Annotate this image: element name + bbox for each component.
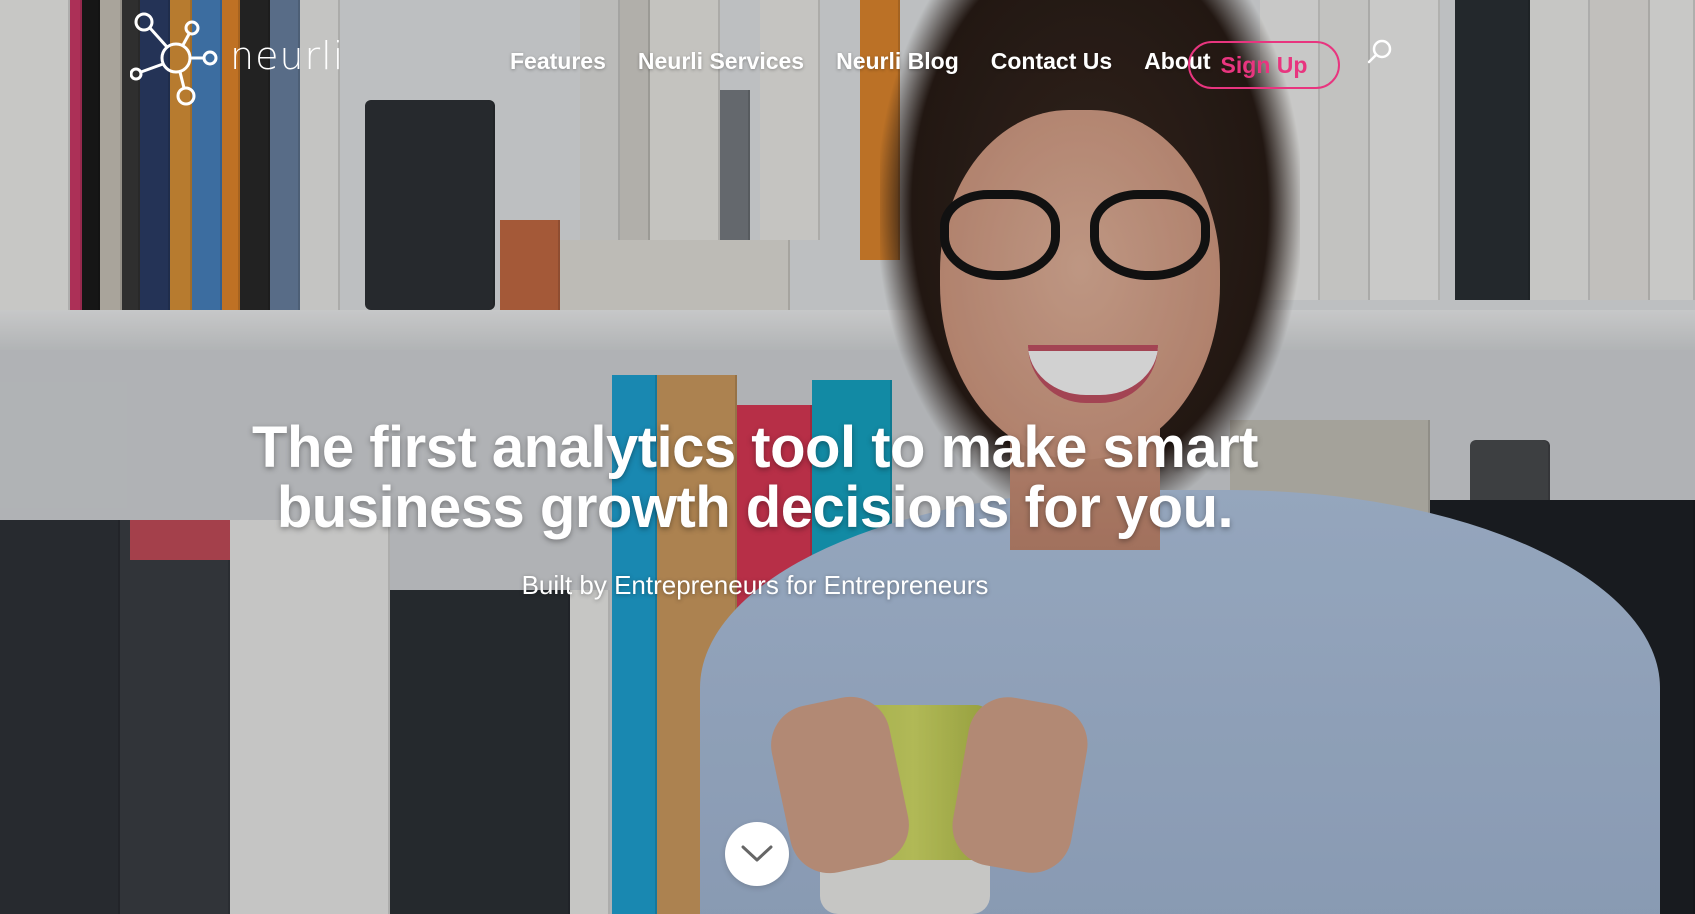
sign-up-button[interactable]: Sign Up: [1188, 41, 1340, 89]
network-logo-icon: [130, 12, 218, 106]
main-navigation: Features Neurli Services Neurli Blog Con…: [510, 48, 1243, 75]
logo-wordmark: neurli: [230, 34, 345, 78]
nav-features[interactable]: Features: [510, 48, 606, 75]
hero-subheadline: Built by Entrepreneurs for Entrepreneurs: [521, 570, 989, 600]
landing-page: neurli Features Neurli Services Neurli B…: [0, 0, 1695, 914]
hero-headline-line-2: business growth decisions for you.: [276, 475, 1234, 540]
hero-headline-line-1: The first analytics tool to make smart: [252, 415, 1258, 480]
scroll-down-button[interactable]: [725, 822, 789, 886]
search-button[interactable]: [1366, 38, 1394, 66]
nav-neurli-blog[interactable]: Neurli Blog: [836, 48, 959, 75]
search-icon: [1367, 39, 1392, 64]
nav-contact-us[interactable]: Contact Us: [991, 48, 1112, 75]
hero-headline: The first analytics tool to make smart b…: [200, 418, 1310, 538]
nav-neurli-services[interactable]: Neurli Services: [638, 48, 804, 75]
site-logo[interactable]: neurli: [130, 10, 344, 106]
chevron-down-icon: [741, 845, 773, 862]
